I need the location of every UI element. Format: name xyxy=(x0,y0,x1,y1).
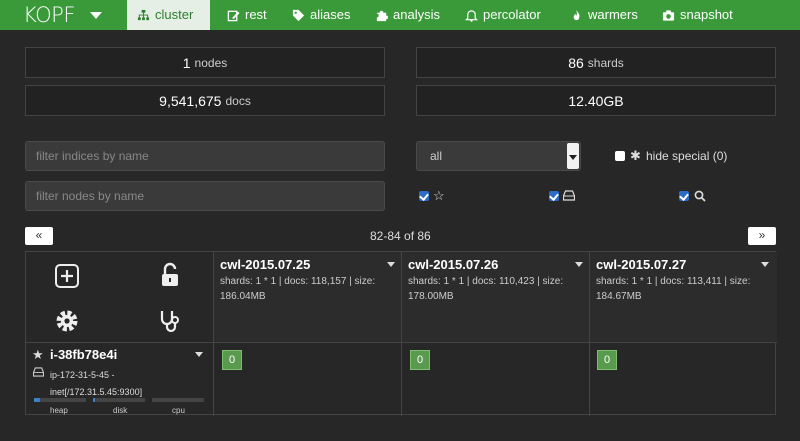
sitemap-icon xyxy=(137,9,150,20)
node-host: ip-172-31-5-45 - inet[/172.31.5.45:9300] xyxy=(50,370,143,397)
asterisk-icon: ✱ xyxy=(630,148,641,163)
hide-special-checkbox[interactable] xyxy=(615,151,625,161)
index-dropdown-icon[interactable] xyxy=(761,262,769,267)
star-outline-icon: ☆ xyxy=(433,188,445,203)
nav-snapshot[interactable]: snapshot xyxy=(652,0,743,30)
index-info: shards: 1 * 1 | docs: 118,157 | size: 18… xyxy=(220,276,376,302)
top-navbar: KOPF cluster rest aliases analysis perco… xyxy=(0,0,800,30)
search-icon xyxy=(694,190,706,202)
brand-logo[interactable]: KOPF xyxy=(23,3,75,27)
docs-label: docs xyxy=(225,93,251,108)
shard-badge[interactable]: 0 xyxy=(410,350,430,370)
index-info: shards: 1 * 1 | docs: 113,411 | size: 18… xyxy=(596,276,751,302)
hdd-icon xyxy=(563,190,575,201)
nav-warmers[interactable]: warmers xyxy=(560,0,648,30)
heap-bar xyxy=(34,398,86,402)
docs-count: 9,541,675 xyxy=(159,92,222,109)
hide-special-label: hide special (0) xyxy=(646,149,728,163)
nav-analysis-label: analysis xyxy=(393,7,440,22)
filter-nodes-input[interactable]: filter nodes by name xyxy=(25,181,385,211)
cpu-bar xyxy=(152,398,204,402)
nav-percolator[interactable]: percolator xyxy=(455,0,551,30)
settings-gear-icon[interactable] xyxy=(54,308,80,334)
nodes-stat: 1 nodes xyxy=(25,47,385,78)
select-arrow-icon[interactable] xyxy=(567,143,579,169)
index-info: shards: 1 * 1 | docs: 110,423 | size: 17… xyxy=(408,276,564,302)
create-index-icon[interactable] xyxy=(54,263,80,289)
index-header: cwl-2015.07.25 shards: 1 * 1 | docs: 118… xyxy=(214,252,402,343)
nav-analysis[interactable]: analysis xyxy=(365,0,450,30)
index-name[interactable]: cwl-2015.07.27 xyxy=(596,257,686,272)
node-name[interactable]: i-38fb78e4i xyxy=(50,347,117,362)
stethoscope-icon[interactable] xyxy=(157,308,183,334)
filter-indices-input[interactable]: filter indices by name xyxy=(25,141,385,171)
disk-label: disk xyxy=(113,406,128,415)
nav-aliases[interactable]: aliases xyxy=(282,0,360,30)
size-value: 12.40GB xyxy=(568,92,624,109)
bell-icon xyxy=(465,9,478,22)
edit-icon xyxy=(227,10,240,21)
index-state-select[interactable]: all xyxy=(416,141,581,171)
shards-count: 86 xyxy=(568,54,584,71)
nav-snapshot-label: snapshot xyxy=(680,7,733,22)
unlock-icon[interactable] xyxy=(157,262,183,288)
shards-stat: 86 shards xyxy=(416,47,776,78)
index-header: cwl-2015.07.26 shards: 1 * 1 | docs: 110… xyxy=(402,252,590,343)
heap-label: heap xyxy=(50,406,68,415)
master-star-icon: ★ xyxy=(32,347,44,362)
nav-warmers-label: warmers xyxy=(588,7,638,22)
shard-badge[interactable]: 0 xyxy=(597,350,617,370)
docs-stat: 9,541,675 docs xyxy=(25,85,385,116)
cpu-label: cpu xyxy=(172,406,185,415)
nav-rest[interactable]: rest xyxy=(217,0,277,30)
camera-icon xyxy=(662,9,675,21)
shard-cell xyxy=(402,343,590,416)
index-dropdown-icon[interactable] xyxy=(575,262,583,267)
puzzle-icon xyxy=(376,10,388,21)
disk-bar xyxy=(93,398,145,402)
index-state-selected: all xyxy=(430,149,443,163)
pagination-summary: 82-84 of 86 xyxy=(370,229,431,243)
index-name[interactable]: cwl-2015.07.25 xyxy=(220,257,310,272)
brand-menu-caret-icon[interactable] xyxy=(90,12,102,19)
nav-cluster[interactable]: cluster xyxy=(127,0,210,30)
shards-label: shards xyxy=(587,55,624,70)
prev-page-button[interactable]: « xyxy=(25,227,53,245)
node-dropdown-icon[interactable] xyxy=(195,352,203,357)
data-node-checkbox[interactable] xyxy=(549,191,559,201)
shard-badge[interactable]: 0 xyxy=(222,350,242,370)
index-header: cwl-2015.07.27 shards: 1 * 1 | docs: 113… xyxy=(590,252,777,343)
index-dropdown-icon[interactable] xyxy=(387,262,395,267)
nav-cluster-label: cluster xyxy=(155,7,194,22)
nav-rest-label: rest xyxy=(245,7,267,22)
nav-aliases-label: aliases xyxy=(310,7,351,22)
size-stat: 12.40GB xyxy=(416,85,776,116)
nodes-count: 1 xyxy=(182,54,191,71)
master-node-checkbox[interactable] xyxy=(419,191,429,201)
fire-icon xyxy=(573,9,580,20)
next-page-button[interactable]: » xyxy=(748,227,776,245)
nav-percolator-label: percolator xyxy=(483,7,541,22)
nodes-label: nodes xyxy=(194,55,228,70)
tags-icon xyxy=(292,9,305,21)
client-node-checkbox[interactable] xyxy=(679,191,689,201)
index-name[interactable]: cwl-2015.07.26 xyxy=(408,257,498,272)
shard-cell xyxy=(214,343,402,416)
heap-bar-fill xyxy=(34,398,41,402)
disk-bar-fill xyxy=(93,398,95,402)
data-node-hdd-icon xyxy=(33,367,44,377)
